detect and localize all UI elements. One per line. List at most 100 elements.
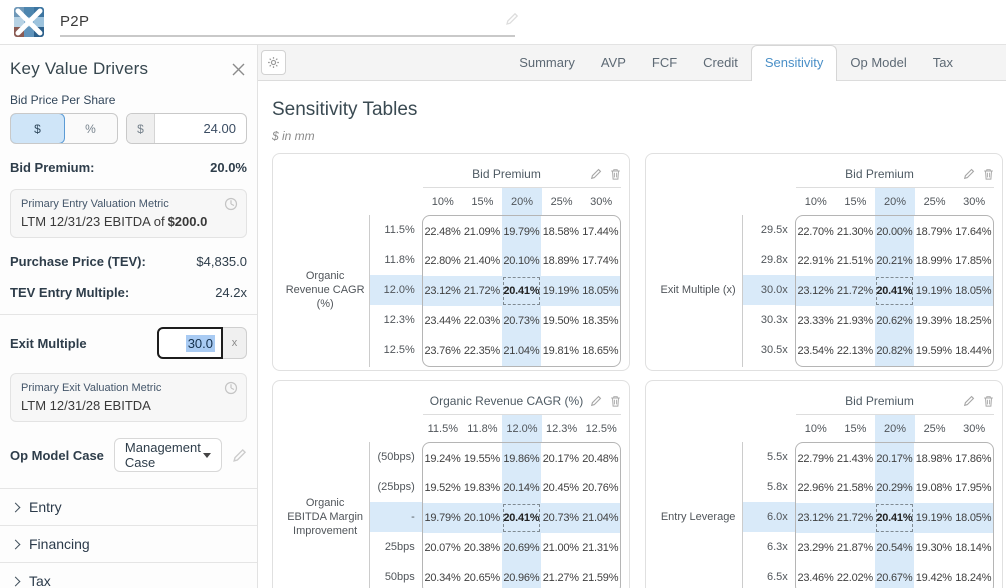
column-axis-title: Organic Revenue CAGR (%) <box>423 394 590 408</box>
sensitivity-cell: 20.82% <box>875 336 914 366</box>
workbook-title-input[interactable]: P2P <box>60 7 515 37</box>
table-row: 20.07%20.38%20.69%21.00%21.31% <box>423 533 620 563</box>
sensitivity-cell: 22.02% <box>835 563 874 588</box>
sensitivity-cell: 19.79% <box>502 216 541 246</box>
close-icon[interactable] <box>230 61 247 78</box>
sensitivity-cell: 20.69% <box>502 533 541 563</box>
sensitivity-cell: 17.85% <box>954 246 993 276</box>
data-block: 22.48%21.09%19.79%18.58%17.44%22.80%21.4… <box>422 215 621 367</box>
sensitivity-cell: 18.65% <box>581 336 620 366</box>
column-header: 30% <box>954 415 994 442</box>
sensitivity-cell: 20.07% <box>423 533 462 563</box>
sensitivity-cell: 20.29% <box>875 473 914 503</box>
sensitivity-cell: 17.64% <box>954 216 993 246</box>
sensitivity-cell: 23.12% <box>423 276 462 306</box>
table-row: 23.12%21.72%20.41%19.19%18.05% <box>796 276 993 306</box>
tab-credit[interactable]: Credit <box>690 46 751 80</box>
table-row: 23.76%22.35%21.04%19.81%18.65% <box>423 336 620 366</box>
tab-tax[interactable]: Tax <box>920 46 966 80</box>
delete-table-trash-icon[interactable] <box>983 395 994 407</box>
column-header: 10% <box>423 188 463 215</box>
section-tax[interactable]: Tax <box>0 562 257 588</box>
row-header: 30.5x <box>743 335 795 365</box>
history-icon[interactable] <box>224 381 238 395</box>
divider <box>0 314 257 315</box>
sensitivity-cell: 23.44% <box>423 306 462 336</box>
tab-fcf[interactable]: FCF <box>639 46 690 80</box>
sensitivity-cell: 19.83% <box>462 473 501 503</box>
bid-price-input[interactable]: $ 24.00 <box>126 113 247 144</box>
entry-metric-text: LTM 12/31/23 EBITDA of <box>21 214 165 229</box>
column-header: 20% <box>502 188 542 215</box>
row-axis-title: Organic Revenue CAGR (%) <box>281 215 370 367</box>
tab-summary[interactable]: Summary <box>506 46 588 80</box>
chevron-right-icon <box>11 502 21 512</box>
table-actions <box>590 168 621 180</box>
row-header: 6.3x <box>743 532 795 562</box>
units-note: $ in mm <box>272 129 1006 143</box>
tab-sensitivity[interactable]: Sensitivity <box>751 45 838 81</box>
row-header: 5.5x <box>743 442 795 472</box>
key-value-drivers-panel: Key Value Drivers Bid Price Per Share $ … <box>0 45 258 588</box>
sensitivity-cell: 20.34% <box>423 563 462 588</box>
op-model-case-select[interactable]: Management Case <box>114 438 222 472</box>
sensitivity-cell: 20.10% <box>462 503 501 533</box>
sensitivity-table-card: Bid Premium10%15%20%25%30%Organic Revenu… <box>272 153 630 371</box>
column-header: 12.0% <box>502 415 542 442</box>
sensitivity-cell: 19.19% <box>914 276 953 306</box>
sensitivity-cell: 19.59% <box>914 336 953 366</box>
exit-multiple-input[interactable]: 30.0 <box>157 327 223 359</box>
sensitivity-cell: 23.12% <box>796 276 835 306</box>
row-header: 5.8x <box>743 472 795 502</box>
chevron-right-icon <box>11 539 21 549</box>
settings-button[interactable] <box>261 50 286 75</box>
table-row: 23.46%22.02%20.67%19.42%18.24% <box>796 563 993 588</box>
column-header: 11.5% <box>423 415 463 442</box>
tev-entry-multiple-value: 24.2x <box>215 285 247 300</box>
edit-table-pencil-icon[interactable] <box>590 395 602 407</box>
column-header: 15% <box>463 188 503 215</box>
column-headers: 10%15%20%25%30% <box>423 188 621 215</box>
sensitivity-cell: 18.79% <box>914 216 953 246</box>
bid-price-value[interactable]: 24.00 <box>155 114 246 143</box>
sensitivity-cell: 22.91% <box>796 246 835 276</box>
row-header: 50bps <box>370 562 422 588</box>
delete-table-trash-icon[interactable] <box>983 168 994 180</box>
sensitivity-cell: 20.41% <box>875 276 914 306</box>
row-header: - <box>370 502 422 532</box>
percent-toggle-button[interactable]: % <box>64 114 117 143</box>
sensitivity-cell: 20.45% <box>541 473 580 503</box>
edit-title-pencil-icon[interactable] <box>505 12 519 26</box>
history-icon[interactable] <box>224 197 238 211</box>
exit-multiple-value: 30.0 <box>186 335 215 352</box>
delete-table-trash-icon[interactable] <box>610 395 621 407</box>
tab-avp[interactable]: AVP <box>588 46 639 80</box>
edit-table-pencil-icon[interactable] <box>590 168 602 180</box>
sensitivity-cell: 20.67% <box>875 563 914 588</box>
edit-case-pencil-icon[interactable] <box>232 448 247 463</box>
sensitivity-cell: 23.54% <box>796 336 835 366</box>
row-header: 12.0% <box>370 275 422 305</box>
sensitivity-cell: 18.58% <box>541 216 580 246</box>
dollar-toggle-button[interactable]: $ <box>10 113 65 144</box>
section-financing[interactable]: Financing <box>0 525 257 562</box>
table-row: 23.12%21.72%20.41%19.19%18.05% <box>423 276 620 306</box>
sensitivity-cell: 22.13% <box>835 336 874 366</box>
tab-op-model[interactable]: Op Model <box>837 46 919 80</box>
sensitivity-cell: 22.96% <box>796 473 835 503</box>
sensitivity-cell: 22.80% <box>423 246 462 276</box>
column-axis-title: Bid Premium <box>796 394 963 408</box>
edit-table-pencil-icon[interactable] <box>963 168 975 180</box>
sensitivity-cell: 21.00% <box>541 533 580 563</box>
table-row: 19.79%20.10%20.41%20.73%21.04% <box>423 503 620 533</box>
sensitivity-cell: 18.05% <box>954 276 993 306</box>
delete-table-trash-icon[interactable] <box>610 168 621 180</box>
dollar-prefix: $ <box>127 114 155 143</box>
column-header: 20% <box>875 188 915 215</box>
table-row: 23.29%21.87%20.54%19.30%18.14% <box>796 533 993 563</box>
row-headers: 11.5%11.8%12.0%12.3%12.5% <box>370 215 422 367</box>
edit-table-pencil-icon[interactable] <box>963 395 975 407</box>
column-header: 30% <box>581 188 621 215</box>
workbook-title: P2P <box>60 13 89 30</box>
section-entry[interactable]: Entry <box>0 488 257 525</box>
